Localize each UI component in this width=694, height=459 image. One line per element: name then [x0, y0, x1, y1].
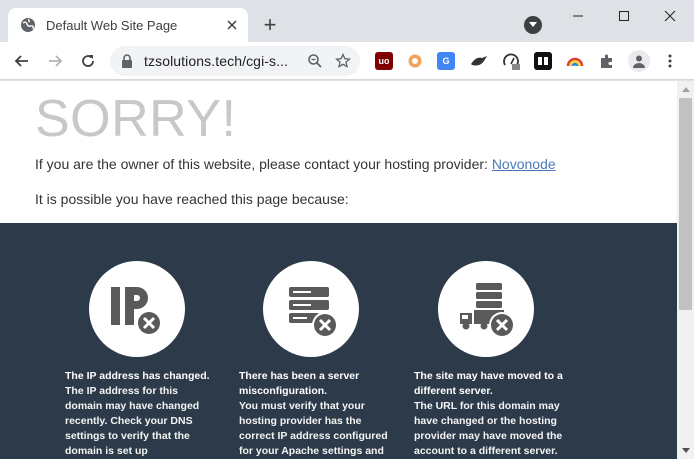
- reason-title: The IP address has changed.: [65, 370, 210, 382]
- scrollbar-thumb[interactable]: [679, 98, 692, 310]
- window-close-icon[interactable]: [655, 4, 685, 28]
- reason-body: The URL for this domain may have changed…: [414, 400, 563, 457]
- speed-icon[interactable]: [502, 52, 520, 70]
- scroll-up-icon[interactable]: [677, 81, 694, 98]
- server-error-icon: [263, 261, 359, 357]
- ip-error-icon: [89, 261, 185, 357]
- ublock-icon[interactable]: uo: [375, 52, 393, 70]
- globe-icon: [20, 17, 36, 33]
- lock-icon[interactable]: [120, 54, 134, 68]
- address-bar[interactable]: tzsolutions.tech/cgi-s...: [110, 46, 360, 76]
- forward-icon[interactable]: [43, 49, 67, 73]
- reason-body: The IP address for this domain may have …: [65, 385, 200, 457]
- browser-tab[interactable]: Default Web Site Page: [8, 8, 248, 42]
- reasons-section: The IP address has changed. The IP addre…: [0, 223, 677, 459]
- reason-intro: It is possible you have reached this pag…: [35, 191, 349, 207]
- extension-dark-icon[interactable]: [534, 52, 552, 70]
- minimize-icon[interactable]: [563, 4, 593, 28]
- reason-ip-changed: The IP address has changed. The IP addre…: [65, 369, 217, 459]
- tab-search-icon[interactable]: [524, 16, 542, 34]
- page-viewport: SORRY! If you are the owner of this webs…: [0, 81, 694, 459]
- tab-strip: Default Web Site Page +: [0, 0, 694, 42]
- translate-icon[interactable]: G: [437, 52, 455, 70]
- url-text: tzsolutions.tech/cgi-s...: [144, 53, 289, 69]
- new-tab-button[interactable]: +: [259, 14, 281, 36]
- bookmark-star-icon[interactable]: [332, 50, 354, 72]
- browser-toolbar: tzsolutions.tech/cgi-s... uo G: [0, 42, 694, 80]
- maximize-icon[interactable]: [609, 4, 639, 28]
- owner-message: If you are the owner of this website, pl…: [35, 156, 556, 172]
- reason-server-misconfig: There has been a server misconfiguration…: [239, 369, 391, 459]
- server-moved-icon: [438, 261, 534, 357]
- zoom-icon[interactable]: [304, 50, 326, 72]
- puzzle-icon[interactable]: [598, 52, 616, 70]
- reason-body: You must verify that your hosting provid…: [239, 400, 388, 457]
- profile-icon[interactable]: [628, 50, 650, 72]
- provider-link[interactable]: Novonode: [492, 156, 556, 172]
- back-icon[interactable]: [10, 49, 34, 73]
- scroll-down-icon[interactable]: [677, 442, 694, 459]
- extension-bird-icon[interactable]: [470, 52, 488, 70]
- reload-icon[interactable]: [76, 49, 100, 73]
- reason-site-moved: The site may have moved to a different s…: [414, 369, 566, 459]
- menu-icon[interactable]: [664, 52, 676, 70]
- owner-text: If you are the owner of this website, pl…: [35, 156, 492, 172]
- tab-close-icon[interactable]: [222, 15, 242, 35]
- vertical-scrollbar[interactable]: [677, 81, 694, 459]
- reason-title: The site may have moved to a different s…: [414, 370, 563, 397]
- tab-title: Default Web Site Page: [46, 17, 178, 33]
- extension-rainbow-icon[interactable]: [566, 52, 584, 70]
- extension-orange-icon[interactable]: [406, 52, 424, 70]
- reason-title: There has been a server misconfiguration…: [239, 370, 360, 397]
- page-heading: SORRY!: [35, 90, 237, 148]
